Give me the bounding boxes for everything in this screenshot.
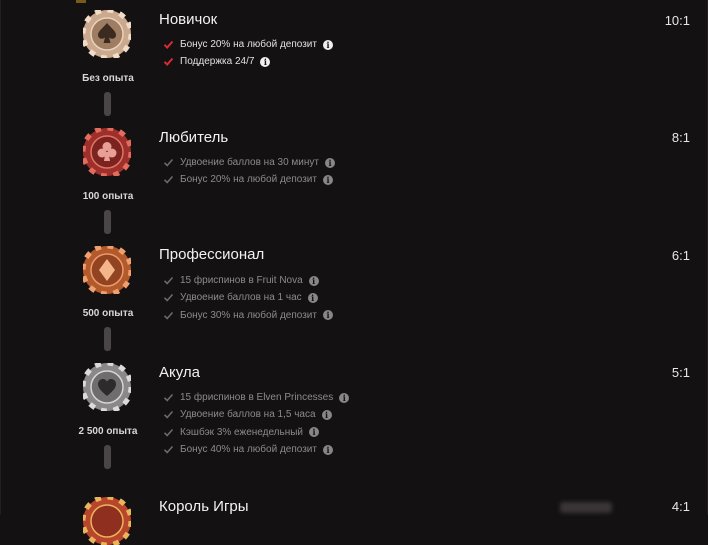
perk-label: Бонус 30% на любой депозит <box>180 309 317 321</box>
info-icon[interactable]: i <box>322 444 333 455</box>
info-icon[interactable]: i <box>325 157 335 168</box>
level-chip <box>83 497 131 545</box>
check-icon <box>163 292 174 303</box>
level-chip <box>83 246 131 294</box>
level-ratio: 8:1 <box>671 130 690 145</box>
level-title: Профессионал <box>159 246 265 263</box>
level-xp-requirement: 2 500 опыта <box>78 426 138 437</box>
level-connector <box>104 327 111 351</box>
perk-label: Бонус 20% на любой депозит <box>180 174 317 186</box>
heart-icon <box>83 363 131 411</box>
level-xp-requirement: Без опыта <box>82 73 134 84</box>
check-icon <box>163 39 174 50</box>
level-connector <box>104 92 111 116</box>
info-icon[interactable]: i <box>308 275 319 286</box>
perk-list: 15 фриспинов в Elven Princesses i Удвоен… <box>163 389 350 458</box>
perk-label: Кэшбэк 3% еженедельный <box>180 426 304 438</box>
info-icon[interactable]: i <box>322 174 333 185</box>
level-chip <box>83 128 131 176</box>
level-ratio: 6:1 <box>671 248 690 263</box>
chip-icon <box>83 497 131 545</box>
level-ratio: 4:1 <box>671 499 690 514</box>
info-icon[interactable]: i <box>322 310 333 321</box>
check-icon <box>163 275 174 286</box>
club-icon <box>83 128 131 176</box>
info-icon[interactable]: i <box>309 427 320 438</box>
info-icon[interactable]: i <box>260 56 271 67</box>
level-title: Король Игры <box>159 498 249 515</box>
level-ratio: 10:1 <box>664 13 690 28</box>
perk-item: Удвоение баллов на 30 минут i <box>163 154 335 171</box>
perk-item: Бонус 40% на любой депозит i <box>163 441 349 458</box>
blurred-reward <box>560 502 612 513</box>
perk-label: Бонус 40% на любой депозит <box>180 444 317 456</box>
level-title: Любитель <box>159 129 229 146</box>
check-icon <box>163 157 174 168</box>
perk-item: Бонус 20% на любой депозит i <box>163 36 333 53</box>
frame-border-left <box>0 0 1 515</box>
check-icon <box>163 56 174 67</box>
level-connector <box>104 445 111 469</box>
info-icon[interactable]: i <box>321 409 332 420</box>
level-xp-requirement: 100 опыта <box>82 191 134 202</box>
perk-list: 15 фриспинов в Fruit Nova i Удвоение бал… <box>163 272 333 324</box>
info-icon[interactable]: i <box>322 39 333 50</box>
perk-item: 15 фриспинов в Fruit Nova i <box>163 272 333 289</box>
perk-label: 15 фриспинов в Elven Princesses <box>180 392 334 404</box>
check-icon <box>163 392 174 403</box>
check-icon <box>163 174 174 185</box>
perk-list: Бонус 20% на любой депозит i Поддержка 2… <box>163 36 333 71</box>
level-chip <box>83 10 131 58</box>
perk-item: Бонус 30% на любой депозит i <box>163 307 333 324</box>
level-xp-requirement: 500 опыта <box>82 308 134 319</box>
level-title: Акула <box>159 364 201 381</box>
perk-label: Поддержка 24/7 <box>180 56 255 68</box>
spade-icon <box>83 10 131 58</box>
perk-item: Кэшбэк 3% еженедельный i <box>163 424 349 441</box>
perk-label: Удвоение баллов на 1,5 часа <box>180 409 316 421</box>
perk-label: Бонус 20% на любой депозит <box>180 39 317 51</box>
perk-item: Удвоение баллов на 1 час i <box>163 289 333 306</box>
perk-list: Удвоение баллов на 30 минут i Бонус 20% … <box>163 154 335 189</box>
check-icon <box>163 310 174 321</box>
perk-item: Поддержка 24/7 i <box>163 53 333 70</box>
perk-item: Бонус 20% на любой депозит i <box>163 171 335 188</box>
level-ratio: 5:1 <box>671 365 690 380</box>
perk-label: Удвоение баллов на 30 минут <box>180 157 319 169</box>
perk-item: 15 фриспинов в Elven Princesses i <box>163 389 350 406</box>
perk-item: Удвоение баллов на 1,5 часа i <box>163 406 349 423</box>
check-icon <box>163 444 174 455</box>
info-icon[interactable]: i <box>307 292 318 303</box>
level-chip <box>83 363 131 411</box>
level-connector <box>104 210 111 234</box>
diamond-icon <box>83 246 131 294</box>
perk-label: 15 фриспинов в Fruit Nova <box>180 275 303 287</box>
perk-label: Удвоение баллов на 1 час <box>180 292 302 304</box>
header-accent <box>76 0 86 3</box>
level-title: Новичок <box>159 11 218 28</box>
check-icon <box>163 409 174 420</box>
info-icon[interactable]: i <box>339 392 350 403</box>
check-icon <box>163 427 174 438</box>
